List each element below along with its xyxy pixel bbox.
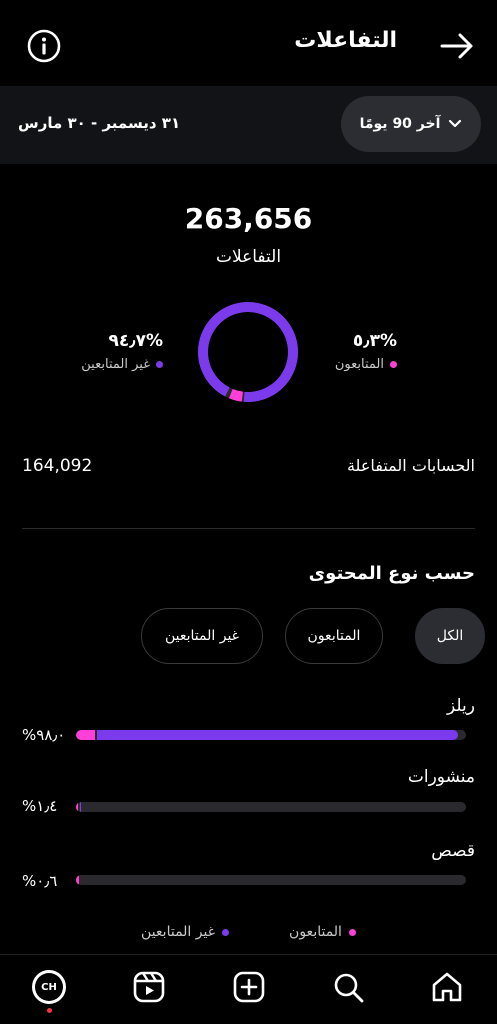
content-type-bar-stories xyxy=(76,875,466,885)
back-button[interactable] xyxy=(439,28,475,64)
followers-percentage: %٥٫٣ xyxy=(352,331,397,351)
nav-create[interactable] xyxy=(231,969,267,1005)
followers-dot-icon xyxy=(348,928,356,936)
filter-chip-non-followers[interactable]: غير المتابعين xyxy=(141,608,263,664)
content-type-label-posts: منشورات xyxy=(407,767,475,787)
nav-profile[interactable]: CH xyxy=(31,969,67,1005)
content-type-label-reels: ريلز xyxy=(447,696,475,716)
search-icon xyxy=(334,973,364,1003)
plus-square-icon xyxy=(233,971,265,1003)
content-type-bar-posts xyxy=(76,802,466,812)
content-type-pct-posts: %١٫٤ xyxy=(22,797,58,815)
filter-chip-non-followers-label: غير المتابعين xyxy=(165,628,239,644)
legend-followers-label: المتابعون xyxy=(289,924,342,940)
non-followers-label: غير المتابعين xyxy=(81,357,150,372)
reels-icon xyxy=(133,971,165,1003)
content-type-pct-reels: %٩٨٫٠ xyxy=(22,726,66,744)
followers-stat: %٥٫٣ المتابعون xyxy=(335,331,397,372)
content-type-pct-stories: %٠٫٦ xyxy=(22,872,58,890)
followers-label: المتابعون xyxy=(334,357,384,372)
avatar-logo: CH xyxy=(35,973,63,1001)
divider xyxy=(22,528,475,529)
posts-followers-segment xyxy=(76,802,78,812)
filter-chip-followers-label: المتابعون xyxy=(307,628,361,644)
reels-non-followers-segment xyxy=(97,730,459,740)
content-type-section-title: حسب نوع المحتوى xyxy=(308,563,475,584)
donut-non-followers-segment xyxy=(197,302,298,402)
nav-search[interactable] xyxy=(330,969,366,1005)
nav-home[interactable] xyxy=(429,969,465,1005)
accounts-engaged-label: الحسابات المتفاعلة xyxy=(346,456,475,475)
reels-followers-segment xyxy=(76,730,96,740)
total-interactions-value: 263,656 xyxy=(184,202,313,235)
legend-followers: المتابعون xyxy=(289,924,356,940)
followers-dot-icon xyxy=(390,361,397,368)
info-icon xyxy=(27,29,61,63)
top-bar: التفاعلات xyxy=(0,0,497,86)
non-followers-dot-icon xyxy=(222,928,230,936)
bottom-navigation: CH xyxy=(0,954,497,1024)
legend-non-followers-label: غير المتابعين xyxy=(141,924,216,940)
non-followers-percentage: %٩٤٫٧ xyxy=(108,331,163,351)
nav-reels[interactable] xyxy=(131,969,167,1005)
content-type-bar-reels xyxy=(76,730,466,740)
notification-dot xyxy=(47,1008,52,1013)
total-interactions-label: التفاعلات xyxy=(215,247,282,267)
date-filter-bar: آخر 90 يومًا ٣١ ديسمبر - ٣٠ مارس xyxy=(0,86,497,164)
legend-non-followers: غير المتابعين xyxy=(141,924,230,940)
date-range-dropdown-label: آخر 90 يومًا xyxy=(359,116,441,132)
info-button[interactable] xyxy=(26,28,62,64)
content-type-legend: المتابعون غير المتابعين xyxy=(0,924,497,940)
page-title: التفاعلات xyxy=(294,28,397,53)
filter-chip-followers[interactable]: المتابعون xyxy=(285,608,383,664)
posts-non-followers-segment xyxy=(80,802,82,812)
date-range-dropdown[interactable]: آخر 90 يومًا xyxy=(341,96,481,152)
avatar: CH xyxy=(32,970,66,1004)
non-followers-legend: غير المتابعين xyxy=(81,357,163,372)
date-range-text: ٣١ ديسمبر - ٣٠ مارس xyxy=(18,114,181,132)
accounts-engaged-value: 164,092 xyxy=(22,456,93,476)
filter-chip-all[interactable]: الكل xyxy=(415,608,485,664)
non-followers-dot-icon xyxy=(156,361,163,368)
home-icon xyxy=(432,972,462,1002)
non-followers-stat: %٩٤٫٧ غير المتابعين xyxy=(81,331,163,372)
filter-chip-all-label: الكل xyxy=(436,628,464,644)
stories-followers-segment xyxy=(76,875,79,885)
arrow-right-icon xyxy=(440,33,473,59)
content-type-label-stories: قصص xyxy=(431,841,475,861)
chevron-down-icon xyxy=(449,119,462,128)
interactions-donut-chart xyxy=(197,302,298,402)
followers-legend: المتابعون xyxy=(335,357,397,372)
